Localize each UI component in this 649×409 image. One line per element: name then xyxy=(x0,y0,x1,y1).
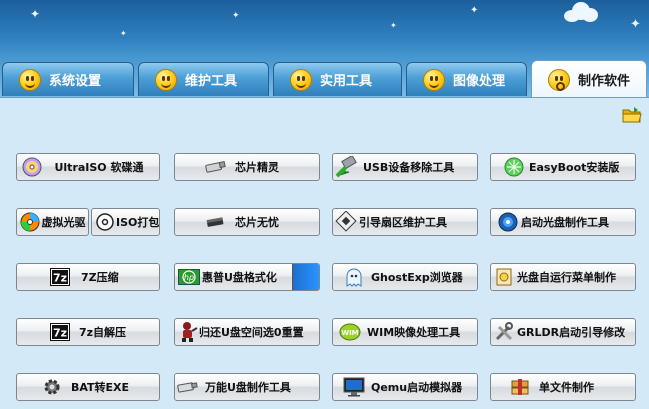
usb-remove-button[interactable]: USB设备移除工具 xyxy=(332,153,478,181)
mascot-icon xyxy=(177,321,199,343)
boot-cd-maker-button[interactable]: 启动光盘制作工具 xyxy=(490,208,636,236)
tab-label: 实用工具 xyxy=(320,74,373,89)
tab-label: 制作软件 xyxy=(578,74,631,89)
single-file-button[interactable]: 单文件制作 xyxy=(490,373,636,401)
sparkle-decoration: ✦ xyxy=(30,7,41,21)
tab-bar: 系统设置 维护工具 实用工具 图像处理 制作软件 xyxy=(0,60,649,98)
7z-self-extract-button[interactable]: 7z 7z自解压 xyxy=(16,318,160,346)
folder-icon[interactable] xyxy=(622,106,642,124)
svg-text:hp: hp xyxy=(184,273,194,282)
tab-image-processing[interactable]: 图像处理 xyxy=(406,62,527,96)
tab-content-panel xyxy=(0,97,649,409)
package-icon xyxy=(509,376,531,398)
smiley-icon xyxy=(155,68,177,91)
disc-menu-icon xyxy=(493,266,515,288)
smiley-icon xyxy=(290,68,312,91)
svg-text:7z: 7z xyxy=(53,272,67,285)
7z-icon: 7z xyxy=(49,321,71,343)
usb-stick-icon xyxy=(205,211,227,233)
tab-making-software[interactable]: 制作软件 xyxy=(531,60,647,98)
7z-compress-button[interactable]: 7z 7Z压缩 xyxy=(16,263,160,291)
qemu-button[interactable]: Qemu启动模拟器 xyxy=(332,373,478,401)
cd-icon xyxy=(21,156,43,178)
disk-icon xyxy=(335,211,357,233)
usb-remove-icon xyxy=(335,156,357,178)
iso-disc-icon xyxy=(94,211,116,233)
sparkle-decoration: ✦ xyxy=(630,17,641,32)
tab-label: 图像处理 xyxy=(453,74,506,89)
smiley-icon xyxy=(423,68,445,91)
cd-icon xyxy=(19,211,41,233)
svg-text:7z: 7z xyxy=(53,327,67,340)
easyboot-icon xyxy=(503,156,525,178)
wim-icon: WIM xyxy=(339,321,361,343)
smiley-icon xyxy=(548,68,570,91)
usb-space-restore-button[interactable]: 归还U盘空间选0重置 xyxy=(174,318,320,346)
monitor-icon xyxy=(343,376,365,398)
ultraiso-button[interactable]: UltraISO 软碟通 xyxy=(16,153,160,181)
cloud-icon xyxy=(564,2,598,24)
easyboot-button[interactable]: EasyBoot安装版 xyxy=(490,153,636,181)
7z-icon: 7z xyxy=(49,266,71,288)
usb-maker-button[interactable]: 万能U盘制作工具 xyxy=(174,373,320,401)
svg-text:WIM: WIM xyxy=(341,329,358,337)
sparkle-decoration: ✦ xyxy=(232,11,240,21)
hp-usb-format-button[interactable]: hp 惠普U盘格式化 xyxy=(174,263,320,291)
virtual-cd-button[interactable]: 虚拟光驱 xyxy=(16,208,89,236)
boot-sector-button[interactable]: 引导扇区维护工具 xyxy=(332,208,478,236)
usb-drive-icon xyxy=(292,264,319,290)
hp-icon: hp xyxy=(178,266,200,288)
gear-icon xyxy=(41,376,63,398)
tab-maintenance-tools[interactable]: 维护工具 xyxy=(138,62,269,96)
chip-wuyou-button[interactable]: 芯片无忧 xyxy=(174,208,320,236)
tab-system-settings[interactable]: 系统设置 xyxy=(2,62,134,96)
bat-to-exe-button[interactable]: BAT转EXE xyxy=(16,373,160,401)
cd-icon xyxy=(497,211,519,233)
ghost-icon xyxy=(343,266,365,288)
iso-pack-button[interactable]: ISO打包 xyxy=(91,208,160,236)
wim-tool-button[interactable]: WIM WIM映像处理工具 xyxy=(332,318,478,346)
ghostexp-button[interactable]: GhostExp浏览器 xyxy=(332,263,478,291)
tools-icon xyxy=(493,321,515,343)
tab-label: 系统设置 xyxy=(49,74,102,89)
sparkle-decoration: ✦ xyxy=(390,21,397,30)
autorun-menu-button[interactable]: 光盘自运行菜单制作 xyxy=(490,263,636,291)
smiley-icon xyxy=(19,68,41,91)
tab-utility-tools[interactable]: 实用工具 xyxy=(273,62,402,96)
tab-label: 维护工具 xyxy=(185,74,238,89)
chip-genius-button[interactable]: 芯片精灵 xyxy=(174,153,320,181)
usb-stick-icon xyxy=(205,156,227,178)
grldr-button[interactable]: GRLDR启动引导修改 xyxy=(490,318,636,346)
sparkle-decoration: ✦ xyxy=(120,29,127,38)
sparkle-decoration: ✦ xyxy=(470,5,479,16)
usb-stick-icon xyxy=(177,376,199,398)
